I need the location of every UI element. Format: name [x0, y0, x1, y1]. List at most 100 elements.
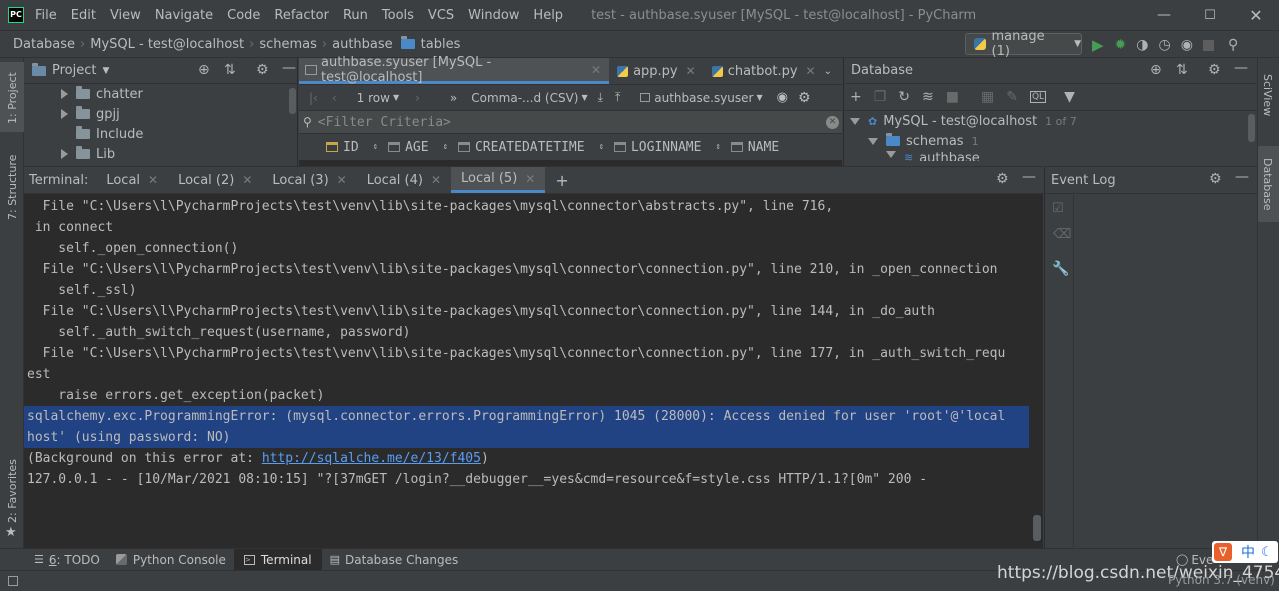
column-header-age[interactable]: AGE ⇕ [388, 140, 448, 155]
terminal-tab-local-5[interactable]: Local (5) ✕ [451, 167, 546, 193]
tree-item-gpjj[interactable]: gpjj [61, 104, 297, 124]
todo-tool-button[interactable]: ☰ 6: TODO [26, 549, 108, 570]
close-icon[interactable]: ✕ [242, 173, 252, 187]
ime-toolbar[interactable]: ∇ 中 ☾ [1212, 541, 1278, 563]
close-icon[interactable]: ✕ [525, 172, 535, 186]
menu-navigate[interactable]: Navigate [155, 8, 213, 23]
hide-icon[interactable]: — [1022, 169, 1036, 185]
breadcrumb-connection[interactable]: MySQL - test@localhost [90, 37, 244, 52]
chevron-down-icon[interactable] [850, 117, 860, 125]
wrench-icon[interactable]: 🔧 [1052, 261, 1069, 277]
close-icon[interactable]: ✕ [431, 173, 441, 187]
column-header-name[interactable]: NAME [730, 140, 779, 155]
first-page-icon[interactable]: |‹ [309, 91, 318, 105]
tree-item-lib[interactable]: Lib [61, 144, 297, 164]
terminal-tab-local[interactable]: Local ✕ [106, 173, 158, 188]
console-icon[interactable]: QL [1029, 91, 1047, 103]
breadcrumb-database[interactable]: Database [13, 37, 75, 52]
breadcrumb-schemas[interactable]: schemas [259, 37, 317, 52]
menu-vcs[interactable]: VCS [428, 8, 454, 23]
schema-icon[interactable]: ≋ [922, 89, 934, 105]
hide-icon[interactable]: — [1235, 169, 1249, 185]
collapse-all-icon[interactable]: ⇅ [224, 62, 236, 78]
extractor-select[interactable]: Comma-...d (CSV) [471, 91, 578, 105]
favorites-tool-button[interactable]: 2: Favorites ★ [0, 453, 24, 543]
stop-icon[interactable] [1202, 39, 1214, 51]
close-icon[interactable]: ✕ [337, 173, 347, 187]
run-icon[interactable]: ▶ [1092, 36, 1104, 54]
run-config-select[interactable]: manage (1) ▼ [965, 29, 1082, 59]
error-help-link[interactable]: http://sqlalche.me/e/13/f405 [262, 451, 481, 466]
interpreter-status[interactable]: Python 3.7 (venv) [1168, 573, 1275, 587]
tree-item-include[interactable]: Include [61, 124, 297, 144]
menu-window[interactable]: Window [468, 8, 519, 23]
collapse-all-icon[interactable]: ⇅ [1176, 62, 1188, 78]
terminal-tab-local-3[interactable]: Local (3) ✕ [272, 173, 346, 188]
hide-icon[interactable]: — [1234, 60, 1248, 76]
filter-criteria-input[interactable]: <Filter Criteria> [318, 115, 451, 130]
database-changes-tool-button[interactable]: ▤ Database Changes [322, 549, 467, 570]
tab-authbase-syuser[interactable]: authbase.syuser [MySQL - test@localhost]… [299, 55, 610, 85]
clear-icon[interactable]: ✕ [826, 115, 839, 129]
mark-read-icon[interactable]: ☑ [1052, 201, 1064, 216]
prev-page-icon[interactable]: ‹ [332, 91, 337, 105]
structure-tool-button[interactable]: 7: Structure [0, 148, 24, 228]
minimize-icon[interactable]: — [1141, 7, 1187, 23]
breadcrumb-authbase[interactable]: authbase [332, 37, 393, 52]
menu-edit[interactable]: Edit [71, 8, 96, 23]
copy-icon[interactable]: ❐ [874, 89, 887, 105]
database-scrollbar[interactable] [1248, 114, 1255, 142]
gear-icon[interactable]: ⚙ [798, 90, 811, 106]
close-icon[interactable]: ✕ [806, 64, 816, 78]
chevron-right-icon[interactable] [61, 109, 68, 119]
chevron-down-icon[interactable]: ▼ [102, 66, 109, 76]
python-console-tool-button[interactable]: Python Console [108, 549, 234, 570]
view-icon[interactable]: ◉ [777, 90, 788, 105]
terminal-output[interactable]: File "C:\Users\l\PycharmProjects\test\ve… [24, 196, 1029, 546]
close-icon[interactable]: ✕ [591, 63, 601, 77]
tab-chatbot-py[interactable]: chatbot.py ✕ [704, 58, 824, 84]
hide-icon[interactable]: — [282, 60, 296, 76]
moon-icon[interactable]: ☾ [1261, 545, 1273, 560]
terminal-tab-local-2[interactable]: Local (2) ✕ [178, 173, 252, 188]
terminal-tab-local-4[interactable]: Local (4) ✕ [367, 173, 441, 188]
tool-windows-icon[interactable] [8, 576, 18, 586]
breadcrumb-tables[interactable]: tables [421, 37, 461, 52]
export-icon[interactable]: ⤓ [598, 90, 603, 105]
add-tab-icon[interactable]: + [555, 171, 568, 190]
column-header-loginname[interactable]: LOGINNAME ⇕ [613, 140, 721, 155]
edit-icon[interactable]: ✎ [1006, 89, 1018, 105]
chevron-right-icon[interactable] [61, 149, 68, 159]
tree-item-authbase[interactable]: ≋ authbase [850, 151, 1257, 161]
row-count-select[interactable]: 1 row [357, 91, 390, 105]
tab-app-py[interactable]: app.py ✕ [609, 58, 704, 84]
close-icon[interactable]: ✕ [1233, 6, 1279, 25]
chevron-down-icon[interactable] [868, 137, 878, 145]
ime-language-label[interactable]: 中 [1241, 542, 1255, 562]
stop-icon[interactable]: ■ [946, 89, 959, 105]
import-icon[interactable]: ⤒ [615, 90, 620, 105]
close-icon[interactable]: ✕ [148, 173, 158, 187]
chevron-down-icon[interactable]: ⌄ [824, 66, 832, 77]
menu-run[interactable]: Run [343, 8, 368, 23]
maximize-icon[interactable]: ☐ [1187, 8, 1233, 23]
terminal-tool-button[interactable]: > Terminal [233, 549, 322, 570]
column-header-id[interactable]: ID ⇕ [326, 140, 378, 155]
next-page-icon[interactable]: › [415, 91, 420, 105]
chevron-right-icon[interactable] [61, 89, 68, 99]
column-header-createdatetime[interactable]: CREATEDATETIME ⇕ [457, 140, 604, 155]
table-view-icon[interactable]: ▦ [981, 89, 994, 105]
menu-view[interactable]: View [110, 8, 141, 23]
refresh-icon[interactable]: ↻ [898, 89, 910, 105]
profile-icon[interactable]: ◷ [1159, 37, 1171, 53]
sort-icon[interactable]: ⇕ [715, 142, 720, 152]
project-tool-button[interactable]: 1: Project [0, 62, 24, 132]
search-everywhere-icon[interactable]: ⚲ [1228, 37, 1238, 53]
menu-file[interactable]: File [35, 8, 57, 23]
locate-icon[interactable]: ⊕ [1150, 62, 1162, 78]
sort-icon[interactable]: ⇕ [599, 142, 604, 152]
gear-icon[interactable]: ⚙ [1208, 62, 1221, 78]
sort-icon[interactable]: ⇕ [443, 142, 448, 152]
gear-icon[interactable]: ⚙ [1209, 171, 1222, 187]
menu-refactor[interactable]: Refactor [274, 8, 329, 23]
